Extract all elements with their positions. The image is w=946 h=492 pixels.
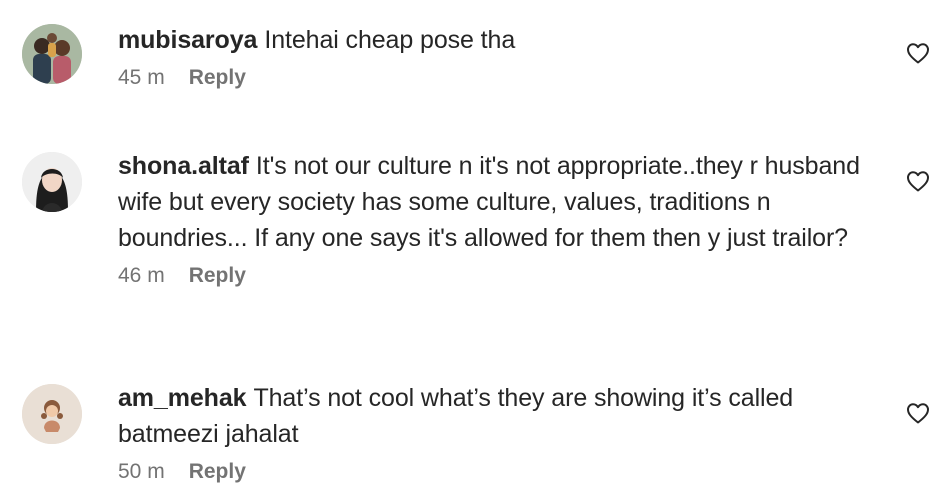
family-illustration-icon [22,24,82,84]
woman-photo-icon [22,152,82,212]
cartoon-girl-icon [22,384,82,444]
comment-username[interactable]: shona.altaf [118,152,249,180]
comment-timestamp: 45 m [118,66,165,89]
avatar[interactable] [22,24,82,84]
avatar[interactable] [22,384,82,444]
comment-content: mubisaroya Intehai cheap pose tha 45 m Re… [118,22,878,90]
comment-username[interactable]: mubisaroya [118,26,257,54]
comment-meta: 50 m Reply [118,460,878,484]
comment-timestamp: 46 m [118,264,165,287]
comment-content: am_mehak That’s not cool what’s they are … [118,380,878,484]
reply-button[interactable]: Reply [189,264,246,288]
comment-meta: 46 m Reply [118,264,878,288]
comment-text-block: shona.altaf It's not our culture n it's n… [118,148,878,256]
comment-content: shona.altaf It's not our culture n it's n… [118,148,878,288]
reply-button[interactable]: Reply [189,66,246,90]
comment-text-block: mubisaroya Intehai cheap pose tha [118,22,878,58]
comment-meta: 45 m Reply [118,66,878,90]
comment-username[interactable]: am_mehak [118,384,247,412]
avatar[interactable] [22,152,82,212]
comment-text: Intehai cheap pose tha [264,26,516,54]
heart-outline-icon[interactable] [906,42,930,64]
comment-text-block: am_mehak That’s not cool what’s they are … [118,380,878,452]
heart-outline-icon[interactable] [906,170,930,192]
reply-button[interactable]: Reply [189,460,246,484]
heart-outline-icon[interactable] [906,402,930,424]
comment-timestamp: 50 m [118,460,165,483]
